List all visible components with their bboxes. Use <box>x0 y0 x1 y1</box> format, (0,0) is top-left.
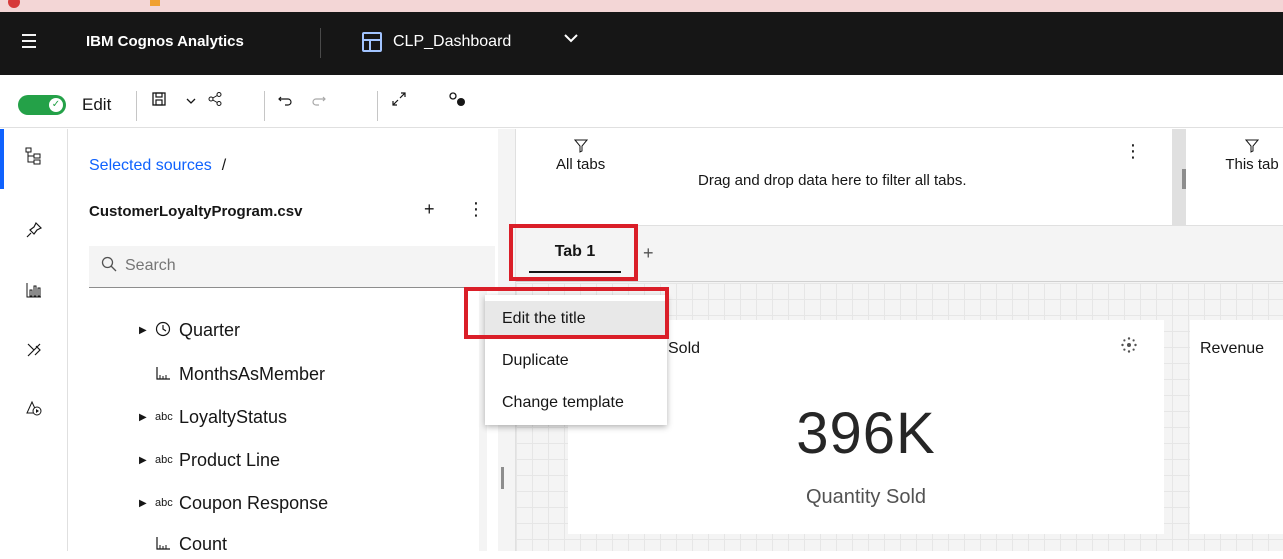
toolbar-divider <box>136 91 137 121</box>
app-name[interactable]: IBM Cognos Analytics <box>86 33 244 50</box>
filter-drop-hint: Drag and drop data here to filter all ta… <box>698 172 967 189</box>
tree-item-label: Coupon Response <box>179 492 329 513</box>
share-icon[interactable] <box>201 89 229 117</box>
tree-item-label: MonthsAsMember <box>179 363 326 384</box>
source-file-name: CustomerLoyaltyProgram.csv <box>89 203 303 220</box>
tree-item-monthsasmember[interactable]: MonthsAsMember <box>155 359 325 389</box>
pin-icon[interactable] <box>20 219 48 247</box>
tree-item-label: Count <box>179 533 228 554</box>
bookmark-icon <box>150 0 160 6</box>
assets-icon[interactable] <box>20 339 48 367</box>
toolbar-divider <box>264 91 265 121</box>
undo-icon[interactable] <box>271 89 299 117</box>
hamburger-menu-icon[interactable] <box>22 34 40 50</box>
kpi-caption: Quantity Sold <box>805 486 927 508</box>
overflow-menu-icon[interactable]: ⋮ <box>1124 141 1142 162</box>
divider-thumb[interactable] <box>1182 169 1186 189</box>
expand-arrow-icon[interactable]: ▶ <box>139 498 155 509</box>
browser-icon <box>8 0 20 8</box>
tree-item-loyaltystatus[interactable]: ▶ abc LoyaltyStatus <box>139 402 287 432</box>
fullscreen-icon[interactable] <box>385 89 413 117</box>
widget-settings-icon[interactable] <box>1120 336 1138 359</box>
all-tabs-filter[interactable]: All tabs <box>556 139 605 173</box>
breadcrumb-separator: / <box>221 157 227 174</box>
toolbar-divider <box>377 91 378 121</box>
all-tabs-label: All tabs <box>556 156 606 173</box>
search-input[interactable] <box>125 246 485 286</box>
filter-icon <box>1222 139 1282 156</box>
abc-icon: abc <box>155 454 173 466</box>
redo-icon[interactable] <box>305 89 333 117</box>
visualizations-icon[interactable] <box>20 279 48 307</box>
tree-item-label: Product Line <box>179 449 281 470</box>
measure-icon <box>155 365 179 384</box>
dashboard-icon <box>362 32 382 52</box>
menu-annotation-box <box>464 287 669 339</box>
add-tab-icon[interactable]: + <box>643 243 654 264</box>
edit-mode-label: Edit <box>82 95 112 114</box>
breadcrumb: Selected sources / <box>89 157 226 175</box>
revenue-widget[interactable]: Revenue <box>1190 320 1283 534</box>
expand-arrow-icon[interactable]: ▶ <box>139 455 155 466</box>
splitter-grip[interactable] <box>501 467 504 489</box>
sources-panel: Selected sources / CustomerLoyaltyProgram… <box>69 129 497 554</box>
toolbar: ✓ Edit <box>0 75 1283 128</box>
checkmark-icon: ✓ <box>49 98 63 112</box>
tree-item-label: Quarter <box>179 319 241 340</box>
this-tab-filter[interactable]: This tab <box>1222 139 1282 173</box>
filter-icon <box>556 139 605 156</box>
active-indicator <box>0 129 4 189</box>
clock-icon <box>155 321 179 340</box>
search-box <box>89 246 495 288</box>
search-icon <box>101 256 117 277</box>
browser-tab-strip <box>0 0 1283 12</box>
widget-title: Revenue <box>1200 340 1265 357</box>
filter-divider <box>1172 129 1186 226</box>
abc-icon: abc <box>155 411 173 423</box>
data-sources-icon[interactable] <box>20 145 48 173</box>
overflow-menu-icon[interactable]: ⋮ <box>467 199 485 220</box>
tree-item-quarter[interactable]: ▶ Quarter <box>139 315 240 345</box>
tab-annotation-box <box>509 224 638 281</box>
media-icon[interactable] <box>20 397 48 425</box>
expand-arrow-icon[interactable]: ▶ <box>139 325 155 336</box>
app-header: IBM Cognos Analytics CLP_Dashboard <box>0 12 1283 75</box>
filter-bar: All tabs Drag and drop data here to filt… <box>516 129 1283 226</box>
save-icon[interactable] <box>145 89 173 117</box>
chevron-down-icon[interactable] <box>563 30 579 51</box>
header-divider <box>320 28 321 58</box>
add-icon[interactable]: + <box>424 199 435 220</box>
tree-item-product-line[interactable]: ▶ abc Product Line <box>139 445 280 475</box>
breadcrumb-selected-sources[interactable]: Selected sources <box>89 157 212 174</box>
left-nav-rail <box>0 129 68 551</box>
expand-arrow-icon[interactable]: ▶ <box>139 412 155 423</box>
menu-item-change-template[interactable]: Change template <box>485 385 667 421</box>
abc-icon: abc <box>155 497 173 509</box>
menu-item-duplicate[interactable]: Duplicate <box>485 343 667 379</box>
this-tab-label: This tab <box>1225 156 1279 173</box>
tree-item-label: LoyaltyStatus <box>179 406 288 427</box>
pin-filter-icon[interactable] <box>443 89 471 117</box>
tree-item-count[interactable]: Count <box>155 529 227 559</box>
dashboard-title[interactable]: CLP_Dashboard <box>393 33 511 51</box>
widget-title: Sold <box>668 340 701 357</box>
tree-item-coupon-response[interactable]: ▶ abc Coupon Response <box>139 488 328 518</box>
edit-mode-toggle[interactable]: ✓ <box>18 95 66 115</box>
